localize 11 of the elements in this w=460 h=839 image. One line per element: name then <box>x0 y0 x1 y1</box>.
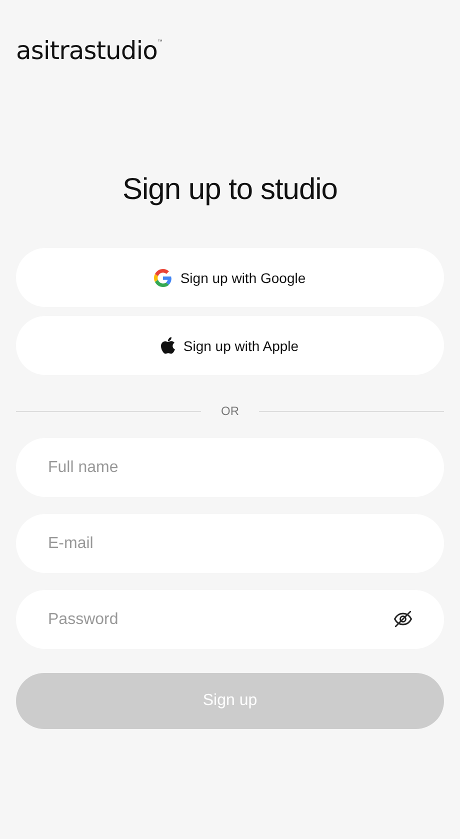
hidden-eye-icon[interactable] <box>392 608 414 630</box>
logo: asitrastudio <box>16 36 158 66</box>
google-icon <box>154 268 172 286</box>
input-field[interactable]: Full name <box>16 438 444 497</box>
page-title: Sign up to studio <box>122 172 338 208</box>
password-field[interactable]: Password <box>16 590 444 649</box>
social-sign-in-button[interactable]: Sign up with Google <box>16 248 444 307</box>
apple-icon <box>161 337 176 354</box>
social-sign-in-button[interactable]: Sign up with Apple <box>16 316 444 375</box>
input-field[interactable]: E-mail <box>16 514 444 573</box>
divider-label: OR <box>221 404 239 418</box>
